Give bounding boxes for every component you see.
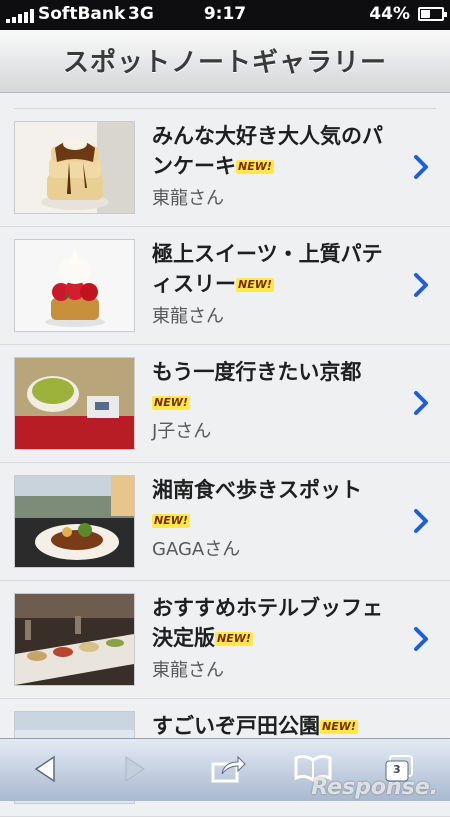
- new-badge: NEW!: [236, 160, 274, 174]
- item-title: すごいぞ戸田公園 NEW!: [152, 714, 358, 738]
- battery-icon: ⚡: [418, 7, 447, 21]
- item-author: 東龍さん: [152, 306, 224, 327]
- battery-percent: 44%: [369, 4, 410, 24]
- forward-arrow-icon[interactable]: [122, 754, 148, 784]
- buffet-thumbnail: [14, 593, 135, 686]
- item-title: みんな大好き大人気のパンケーキ NEW!: [152, 124, 383, 178]
- new-badge: NEW!: [152, 514, 190, 528]
- back-arrow-icon[interactable]: [32, 754, 58, 784]
- page-title: スポットノートギャラリー: [62, 48, 387, 78]
- list-item[interactable]: おすすめホテルブッフェ決定版 NEW! 東龍さん: [0, 581, 450, 699]
- list-item[interactable]: もう一度行きたい京都 NEW! J子さん: [0, 345, 450, 463]
- buffet-photo: [15, 594, 134, 685]
- watermark-logo: Response.: [311, 775, 438, 800]
- seaside-dish-photo: [15, 476, 134, 567]
- new-badge: NEW!: [236, 278, 274, 292]
- cake-photo: [15, 240, 134, 331]
- item-title: もう一度行きたい京都 NEW!: [152, 360, 362, 410]
- item-title: 湘南食べ歩きスポット NEW!: [152, 478, 362, 528]
- page-header: スポットノートギャラリー: [0, 30, 450, 93]
- cake-thumbnail: [14, 239, 135, 332]
- chevron-right-icon: [414, 155, 428, 179]
- status-bar: SoftBank 3G 9:17 44% ⚡: [0, 0, 450, 30]
- new-badge: NEW!: [215, 632, 253, 646]
- chevron-right-icon: [414, 627, 428, 651]
- matcha-thumbnail: [14, 357, 135, 450]
- item-title: 極上スイーツ・上質パティスリー NEW!: [152, 242, 383, 296]
- item-author: 東龍さん: [152, 660, 224, 681]
- item-title: おすすめホテルブッフェ決定版 NEW!: [152, 596, 383, 650]
- browser-toolbar: 3 Response.: [0, 738, 450, 801]
- pancake-photo: [15, 122, 134, 213]
- chevron-right-icon: [414, 509, 428, 533]
- share-icon[interactable]: [210, 754, 246, 784]
- list-item[interactable]: 湘南食べ歩きスポット NEW! GAGAさん: [0, 463, 450, 581]
- seaside-dish-thumbnail: [14, 475, 135, 568]
- chevron-right-icon: [414, 273, 428, 297]
- new-badge: NEW!: [320, 720, 358, 734]
- matcha-photo: [15, 358, 134, 449]
- pancake-thumbnail: [14, 121, 135, 214]
- list-item[interactable]: みんな大好き大人気のパンケーキ NEW! 東龍さん: [0, 109, 450, 227]
- new-badge: NEW!: [152, 396, 190, 410]
- item-author: GAGAさん: [152, 539, 241, 560]
- list-item[interactable]: 極上スイーツ・上質パティスリー NEW! 東龍さん: [0, 227, 450, 345]
- chevron-right-icon: [414, 391, 428, 415]
- item-author: J子さん: [152, 421, 212, 442]
- item-author: 東龍さん: [152, 188, 224, 209]
